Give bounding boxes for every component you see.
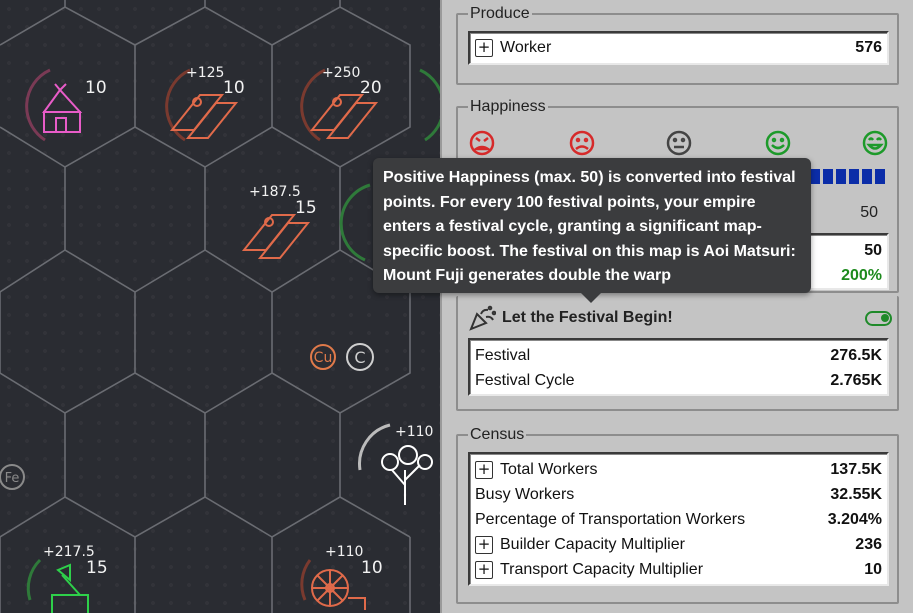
- row-value: 32.55K: [830, 485, 882, 503]
- census-row-builder-capacity: + Builder Capacity Multiplier 236: [470, 532, 887, 557]
- tree-icon: [381, 445, 433, 505]
- tile-bonus-lumber-2: +250: [322, 65, 361, 81]
- tile-bonus-spinning-wheel: +110: [325, 544, 364, 560]
- festival-toggle[interactable]: [865, 310, 892, 326]
- lumber-icon: [169, 94, 239, 139]
- tile-level-lumber-1: 10: [223, 78, 245, 98]
- tile-bonus-lumber-1: +125: [186, 65, 225, 81]
- happiness-stat-value: 50: [864, 241, 882, 259]
- spinning-wheel-icon: [311, 569, 366, 610]
- row-value: 2.765K: [830, 371, 882, 389]
- row-label: Festival Cycle: [475, 371, 575, 389]
- happiness-multiplier-value: 200%: [841, 266, 882, 284]
- neutral-face-icon: [666, 130, 692, 156]
- sad-face-icon: [569, 130, 595, 156]
- census-row-busy-workers: Busy Workers 32.55K: [470, 482, 887, 507]
- row-value: 276.5K: [830, 346, 882, 364]
- produce-box: + Worker 576: [468, 31, 889, 65]
- row-label: Busy Workers: [475, 485, 575, 503]
- copper-resource-icon: Cu: [310, 344, 336, 370]
- coal-resource-icon: C: [346, 343, 374, 371]
- row-value: 3.204%: [827, 510, 882, 528]
- row-label: Builder Capacity Multiplier: [500, 535, 685, 553]
- tile-bonus-lumber-3: +187.5: [249, 184, 301, 200]
- very-happy-face-icon: [862, 130, 888, 156]
- row-label: Total Workers: [500, 460, 598, 478]
- svg-text:C: C: [354, 348, 365, 367]
- iron-resource-icon: Fe: [0, 464, 25, 490]
- stump-axe-icon: [51, 563, 89, 613]
- lumber-icon: [241, 214, 311, 259]
- festival-title: Let the Festival Begin!: [502, 309, 673, 326]
- census-row-transport-capacity: + Transport Capacity Multiplier 10: [470, 557, 887, 582]
- happy-face-icon: [765, 130, 791, 156]
- tile-level-stump: 15: [86, 558, 108, 578]
- row-label: Percentage of Transportation Workers: [475, 510, 746, 528]
- toggle-knob: [881, 313, 889, 322]
- tooltip-text: Positive Happiness (max. 50) is converte…: [383, 169, 796, 284]
- produce-row-worker: + Worker 576: [470, 35, 887, 60]
- census-row-transport-percentage: Percentage of Transportation Workers 3.2…: [470, 507, 887, 532]
- tile-bonus-tree: +110: [395, 424, 434, 440]
- produce-legend: Produce: [470, 5, 530, 22]
- census-box: + Total Workers 137.5K Busy Workers 32.5…: [468, 452, 889, 586]
- row-label: Worker: [500, 38, 552, 56]
- row-value: 236: [855, 535, 882, 553]
- row-value: 137.5K: [830, 460, 882, 478]
- happiness-faces: [469, 130, 888, 156]
- expand-plus-icon[interactable]: +: [475, 560, 493, 579]
- expand-plus-icon[interactable]: +: [475, 460, 493, 479]
- svg-text:Cu: Cu: [314, 350, 333, 366]
- happiness-progress-bar: [810, 167, 885, 187]
- row-label: Festival: [475, 346, 531, 364]
- happiness-legend: Happiness: [470, 98, 546, 115]
- happiness-bar-value: 50: [860, 204, 878, 221]
- census-row-total-workers: + Total Workers 137.5K: [470, 457, 887, 482]
- hut-icon: [42, 83, 83, 133]
- happiness-tooltip: Positive Happiness (max. 50) is converte…: [373, 158, 811, 303]
- expand-plus-icon[interactable]: +: [475, 535, 493, 554]
- tile-level-hut: 10: [85, 78, 107, 98]
- census-section: Census + Total Workers 137.5K Busy Worke…: [456, 426, 899, 604]
- tile-level-spinning-wheel: 10: [361, 558, 383, 578]
- row-value: 10: [864, 560, 882, 578]
- tile-level-lumber-3: 15: [295, 198, 317, 218]
- census-legend: Census: [470, 426, 525, 443]
- svg-text:Fe: Fe: [5, 471, 20, 486]
- party-popper-icon: [469, 305, 496, 331]
- produce-section: Produce + Worker 576: [456, 5, 899, 85]
- hut-progress-arc: [25, 68, 51, 142]
- game-map[interactable]: Cu C Fe 10 +125 10 +250 20 +187.5 15 +11…: [0, 0, 440, 613]
- festival-cycle-row: Festival Cycle 2.765K: [470, 368, 887, 393]
- expand-plus-icon[interactable]: +: [475, 38, 493, 57]
- festival-header: Let the Festival Begin!: [468, 304, 892, 332]
- very-angry-face-icon: [469, 130, 495, 156]
- row-value: 576: [855, 38, 882, 56]
- festival-box: Festival 276.5K Festival Cycle 2.765K: [468, 338, 889, 396]
- lumber-icon: [309, 94, 379, 139]
- tile-level-lumber-2: 20: [360, 78, 382, 98]
- festival-row: Festival 276.5K: [470, 343, 887, 368]
- row-label: Transport Capacity Multiplier: [500, 560, 704, 578]
